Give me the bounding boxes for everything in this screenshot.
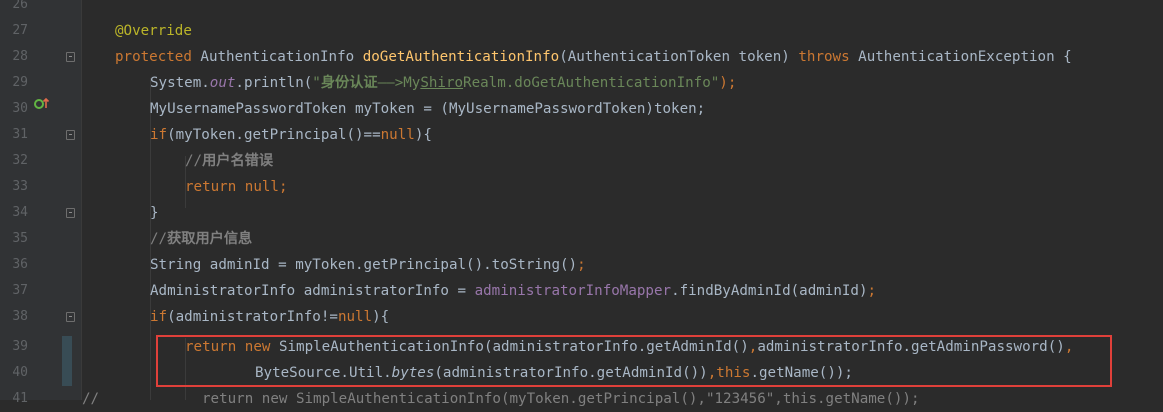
fold-marker[interactable] (66, 130, 75, 140)
line-number: 29 (12, 75, 28, 90)
closing-brace: } (150, 205, 159, 221)
line-number: 28 (12, 49, 28, 64)
comment: //用户名错误 (185, 153, 274, 169)
println-statement: System.out.println("身份认证——>MyShiroRealm.… (150, 75, 737, 91)
line-number: 36 (12, 257, 28, 272)
code-line: 34 } (0, 200, 1163, 226)
line-number: 30 (12, 101, 28, 116)
code-line: 35 //获取用户信息 (0, 226, 1163, 252)
code-line: 31 if(myToken.getPrincipal()==null){ (0, 122, 1163, 148)
commented-return: return new SimpleAuthenticationInfo(myTo… (202, 391, 920, 407)
line-comment-marker: // (82, 391, 100, 407)
line-number: 34 (12, 205, 28, 220)
line-number: 38 (12, 309, 28, 324)
method-declaration: protected AuthenticationInfo doGetAuthen… (115, 49, 1072, 65)
code-line: 26 (0, 0, 1163, 18)
admin-id-statement: String adminId = myToken.getPrincipal().… (150, 257, 586, 273)
line-number: 32 (12, 153, 28, 168)
fold-marker[interactable] (66, 312, 75, 322)
line-number: 40 (12, 365, 28, 380)
code-line: 37 AdministratorInfo administratorInfo =… (0, 278, 1163, 304)
code-line: 29 System.out.println("身份认证——>MyShiroRea… (0, 70, 1163, 96)
line-number: 33 (12, 179, 28, 194)
code-line: 28 protected AuthenticationInfo doGetAut… (0, 44, 1163, 109)
fold-marker[interactable] (66, 208, 75, 218)
code-line: 30 MyUsernamePasswordToken myToken = (My… (0, 96, 1163, 122)
if-statement: if(myToken.getPrincipal()==null){ (150, 127, 432, 143)
token-cast-statement: MyUsernamePasswordToken myToken = (MyUse… (150, 101, 706, 117)
find-admin-statement: AdministratorInfo administratorInfo = ad… (150, 283, 877, 299)
line-number: 41 (12, 391, 28, 406)
highlight-box (156, 335, 1112, 387)
code-line: 41 // return new SimpleAuthenticationInf… (0, 386, 1163, 412)
comment: //获取用户信息 (150, 231, 253, 247)
line-number: 39 (12, 339, 28, 354)
code-line: 27 @Override (0, 18, 1163, 44)
code-line: 36 String adminId = myToken.getPrincipal… (0, 252, 1163, 278)
override-annotation: @Override (115, 23, 192, 39)
return-statement: return null; (185, 179, 288, 195)
if-statement: if(administratorInfo!=null){ (150, 309, 390, 325)
line-number: 31 (12, 127, 28, 142)
line-number: 26 (12, 0, 28, 12)
code-line: 32 //用户名错误 (0, 148, 1163, 174)
fold-marker[interactable] (66, 52, 75, 62)
line-number: 35 (12, 231, 28, 246)
code-line: 33 return null; (0, 174, 1163, 200)
code-line: 38 if(administratorInfo!=null){ (0, 304, 1163, 330)
line-number: 27 (12, 23, 28, 38)
line-number: 37 (12, 283, 28, 298)
